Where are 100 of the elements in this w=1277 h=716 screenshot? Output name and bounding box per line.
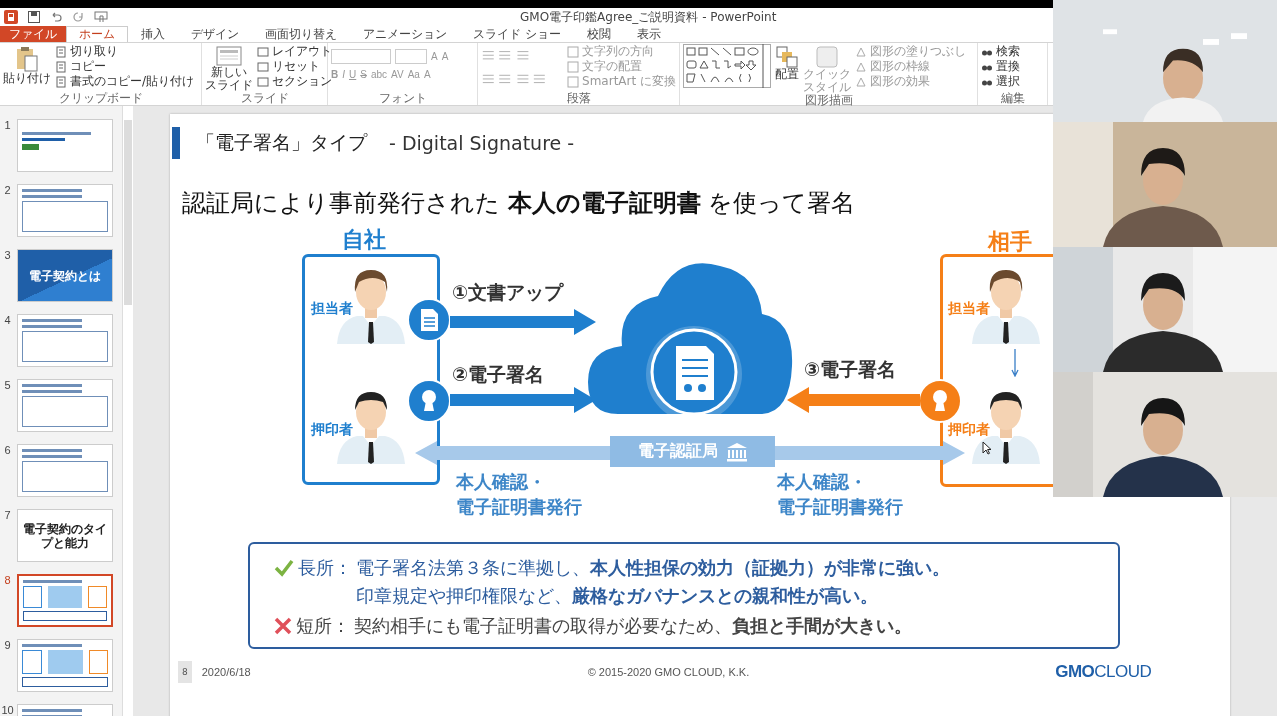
layout-icon: [257, 45, 269, 58]
paste-button[interactable]: 貼り付け: [3, 44, 51, 85]
font-size-field[interactable]: [395, 49, 427, 64]
save-icon[interactable]: [28, 11, 40, 23]
triangle-icon: [855, 45, 867, 58]
issue-label: 電子証明書発行: [456, 495, 582, 519]
ribbon-tab[interactable]: アニメーション: [350, 26, 460, 42]
party-label: 自社: [342, 226, 386, 254]
role-label: 担当者: [311, 300, 353, 318]
slide-subtitle: - Digital Signature -: [389, 132, 575, 154]
font-name-field[interactable]: [331, 49, 391, 64]
layout-icon: [257, 75, 269, 88]
slide-number: 7: [3, 509, 12, 521]
group-label: 段落: [565, 92, 592, 105]
ribbon-tab[interactable]: ファイル: [0, 26, 66, 42]
text-box-icon: [567, 75, 580, 88]
ribbon-command[interactable]: 検索: [981, 44, 1020, 59]
ribbon-tab[interactable]: 校閲: [573, 26, 624, 42]
style-icon: [816, 46, 838, 68]
ribbon-tab[interactable]: ホーム: [66, 26, 128, 42]
footer-date: 2020/6/18: [201, 666, 251, 678]
slide-number: 5: [3, 379, 12, 391]
slide-thumbnail[interactable]: 電子契約のタイプと能力: [17, 509, 113, 562]
point-text: 契約相手にも電子証明書の取得が必要なため、負担と手間が大きい。: [354, 614, 912, 638]
point-label: 長所：: [298, 556, 352, 580]
ribbon-command[interactable]: 書式のコピー/貼り付け: [55, 74, 195, 89]
cross-icon: [274, 617, 292, 635]
slide-thumbnail[interactable]: [17, 184, 113, 237]
point-text: 電子署名法第３条に準拠し、本人性担保の効力（証拠力）が非常に強い。: [356, 556, 950, 580]
slide-thumbnail[interactable]: [17, 444, 113, 497]
issue-label: 電子証明書発行: [777, 495, 903, 519]
certificate-authority-label: 電子認証局: [610, 436, 775, 467]
keyhole-icon: [918, 379, 962, 423]
slide-thumbnail[interactable]: [17, 119, 113, 172]
redo-icon[interactable]: [72, 11, 84, 23]
slide-icon: [216, 46, 242, 66]
ribbon-tab[interactable]: デザイン: [178, 26, 252, 42]
text-box-icon: [567, 45, 580, 58]
ribbon-tab[interactable]: 画面切り替え: [252, 26, 350, 42]
group-label: フォント: [377, 92, 428, 105]
ribbon-tab[interactable]: スライド ショー: [460, 26, 574, 42]
slide-number: 4: [3, 314, 12, 326]
step-label: ①文書アップ: [452, 280, 564, 305]
slide-thumbnail[interactable]: [17, 379, 113, 432]
keyhole-icon: [407, 379, 451, 423]
headline: 認証局により事前発行された 本人の電子証明書 を使って署名: [182, 188, 857, 219]
scrollbar[interactable]: [122, 106, 133, 716]
ribbon-tab[interactable]: 挿入: [128, 26, 178, 42]
slide-number: 1: [3, 119, 12, 131]
cursor-icon: [982, 441, 992, 455]
document-icon: [55, 45, 67, 58]
ribbon-command[interactable]: 選択: [981, 74, 1020, 89]
role-label: 押印者: [948, 421, 990, 439]
triangle-icon: [855, 75, 867, 88]
role-label: 押印者: [311, 421, 353, 439]
slide-number: 9: [3, 639, 12, 651]
ribbon-command[interactable]: レイアウト: [257, 44, 332, 59]
arrange-button[interactable]: 配置: [775, 44, 799, 81]
check-icon: [274, 559, 294, 577]
ribbon-tab[interactable]: 表示: [623, 26, 674, 42]
new-slide-button[interactable]: 新しい スライド: [205, 44, 253, 92]
document-icon: [55, 60, 67, 73]
logo: GMOCLOUD: [1055, 662, 1152, 682]
page-number: 8: [178, 661, 192, 683]
step-label: ②電子署名: [452, 362, 545, 387]
bank-icon: [725, 441, 748, 462]
slide-thumbnail[interactable]: [17, 314, 113, 367]
powerpoint-icon[interactable]: [4, 10, 18, 24]
group-label: 編集: [999, 92, 1026, 105]
shape-gallery[interactable]: [683, 44, 771, 88]
ribbon-command[interactable]: セクション: [257, 74, 332, 89]
slide-number: 6: [3, 444, 12, 456]
issue-label: 本人確認・: [456, 470, 546, 494]
group-label: 図形描画: [803, 94, 854, 107]
ribbon-command[interactable]: リセット: [257, 59, 332, 74]
slide-number: 3: [3, 249, 12, 261]
down-arrow: [1011, 349, 1019, 377]
point-text: 印章規定や押印権限など、厳格なガバナンスとの親和性が高い。: [356, 584, 879, 608]
slide-title: 「電子署名」タイプ: [196, 130, 367, 155]
slide-number: 10: [0, 704, 15, 716]
ribbon-command[interactable]: 切り取り: [55, 44, 195, 59]
step-label: ③電子署名: [804, 357, 897, 382]
ribbon-command[interactable]: 置換: [981, 59, 1020, 74]
document-icon: [407, 298, 451, 342]
ribbon-command[interactable]: コピー: [55, 59, 195, 74]
window-title: GMO電子印鑑Agree_ご説明資料 - PowerPoint: [520, 8, 777, 26]
copyright: © 2015-2020 GMO CLOUD, K.K.: [587, 666, 750, 678]
slide-thumbnail[interactable]: [17, 639, 113, 692]
group-label: クリップボード: [57, 92, 144, 105]
slide-number: 8: [3, 574, 12, 586]
title-accent-bar: [172, 127, 180, 159]
group-label: スライド: [239, 92, 290, 105]
undo-icon[interactable]: [50, 11, 62, 23]
text-box-icon: [567, 60, 580, 73]
role-label: 担当者: [948, 300, 990, 318]
slide-thumbnail[interactable]: [17, 574, 113, 627]
touch-mode-icon[interactable]: [94, 11, 108, 23]
slide-thumbnail[interactable]: 電子契約とは: [17, 249, 113, 302]
point-label: 短所：: [296, 614, 350, 638]
party-label: 相手: [988, 228, 1032, 256]
